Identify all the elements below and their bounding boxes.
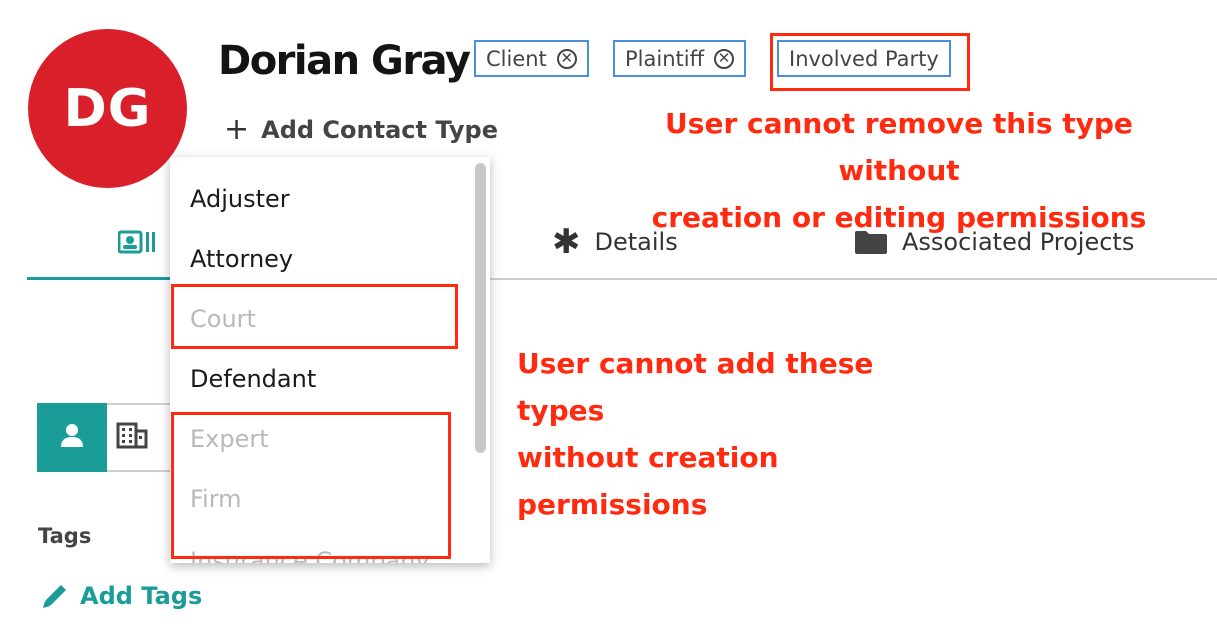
organization-toggle-button[interactable] [107, 403, 177, 472]
tab-label: Details [594, 228, 678, 256]
add-contact-type-label: Add Contact Type [261, 115, 498, 144]
remove-circle-icon[interactable]: ✕ [714, 48, 735, 69]
type-chip-label: Plaintiff [625, 46, 705, 71]
contact-name: Dorian Gray [218, 38, 471, 84]
add-tags-label: Add Tags [80, 582, 203, 610]
tab-active-indicator [27, 277, 177, 280]
avatar: DG [28, 29, 187, 188]
annotation-line: without creation permissions [517, 441, 779, 521]
annotation-box-court [171, 284, 458, 349]
person-icon [58, 421, 86, 454]
annotation-remove-type: User cannot remove this type without cre… [600, 100, 1198, 241]
type-chip-plaintiff: Plaintiff ✕ [613, 40, 747, 77]
dropdown-option-attorney[interactable]: Attorney [190, 245, 293, 273]
annotation-line: User cannot remove this type without [665, 107, 1133, 187]
type-chip-client: Client ✕ [474, 40, 589, 77]
plus-icon: + [224, 112, 250, 147]
tab-label: Associated Projects [902, 228, 1135, 256]
dropdown-scrollbar[interactable] [475, 163, 486, 453]
pencil-icon [40, 581, 70, 611]
add-contact-type-button[interactable]: + Add Contact Type [224, 112, 498, 147]
tab-associated-projects[interactable]: Associated Projects [854, 228, 1134, 256]
tags-label: Tags [38, 524, 92, 548]
add-tags-button[interactable]: Add Tags [40, 581, 202, 611]
annotation-box-expert-firm [171, 412, 451, 559]
building-icon [116, 421, 148, 454]
remove-circle-icon[interactable]: ✕ [556, 48, 577, 69]
type-chip-label: Client [486, 46, 547, 71]
annotation-add-types: User cannot add these types without crea… [517, 340, 937, 528]
annotation-line: User cannot add these types [517, 347, 874, 427]
tab-details[interactable]: ✱ Details [552, 222, 678, 262]
folder-icon [854, 229, 888, 255]
contact-card-icon[interactable] [117, 230, 156, 260]
dropdown-option-defendant[interactable]: Defendant [190, 365, 316, 393]
asterisk-icon: ✱ [552, 222, 581, 262]
annotation-box-involved-party [770, 33, 970, 91]
person-toggle-button[interactable] [37, 403, 107, 472]
dropdown-option-adjuster[interactable]: Adjuster [190, 185, 290, 213]
